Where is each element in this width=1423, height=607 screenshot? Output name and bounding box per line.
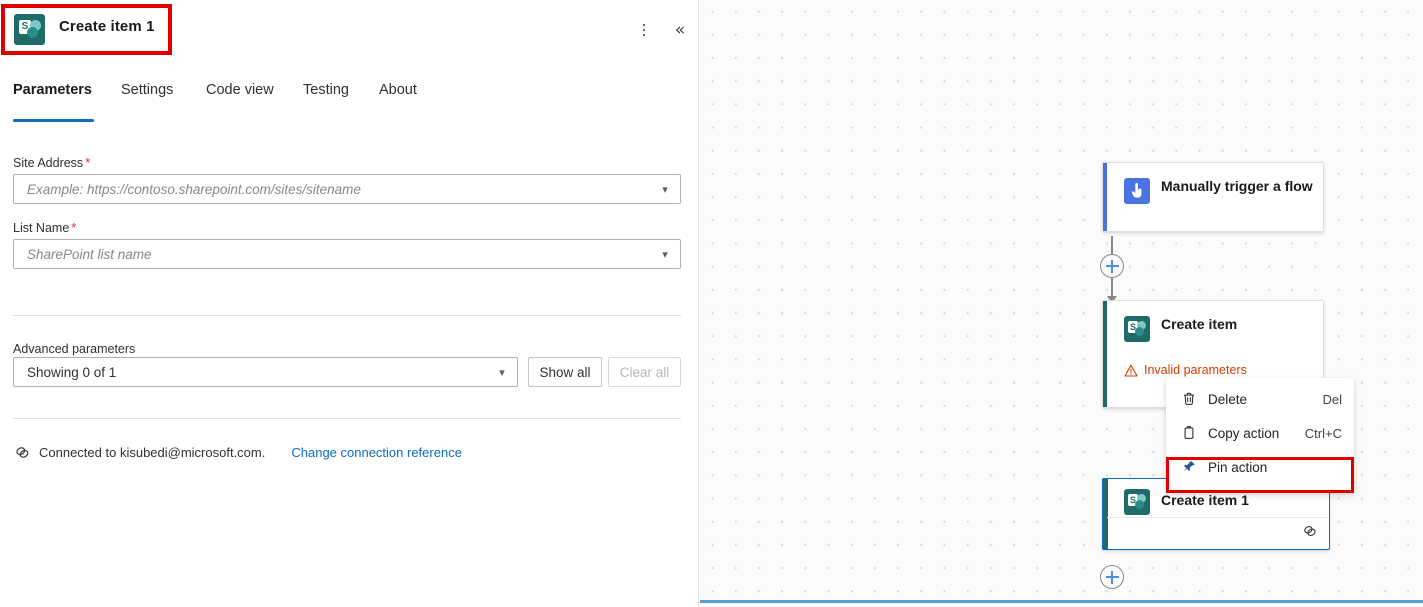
menu-item-delete[interactable]: Delete Del [1166, 382, 1354, 416]
more-options-button[interactable] [630, 16, 658, 44]
show-all-button[interactable]: Show all [528, 357, 602, 387]
node-title: Create item [1161, 315, 1313, 334]
list-name-chevron-down-icon[interactable]: ▾ [650, 240, 680, 268]
list-name-label: List Name* [13, 220, 76, 235]
clear-all-button: Clear all [608, 357, 681, 387]
list-name-input[interactable]: SharePoint list name ▾ [13, 239, 681, 269]
canvas-bottom-border [700, 600, 1423, 603]
required-asterisk: * [71, 220, 76, 235]
menu-item-shortcut: Ctrl+C [1305, 426, 1354, 441]
section-divider-bottom [13, 418, 681, 419]
active-tab-indicator [13, 119, 94, 122]
flow-canvas[interactable]: Manually trigger a flow S Create item In… [700, 0, 1423, 607]
node-error-status: Invalid parameters [1124, 363, 1247, 377]
advanced-parameters-label: Advanced parameters [13, 342, 135, 356]
connection-status-row: Connected to kisubedi@microsoft.com. Cha… [14, 444, 462, 461]
menu-item-label: Pin action [1208, 460, 1342, 475]
tab-settings[interactable]: Settings [121, 82, 173, 120]
advanced-parameters-select[interactable]: Showing 0 of 1 ▾ [13, 357, 518, 387]
trash-icon [1180, 390, 1198, 408]
site-address-label-text: Site Address [13, 156, 83, 170]
connection-link-icon[interactable] [1302, 523, 1318, 544]
sharepoint-icon: S [1124, 316, 1150, 342]
sharepoint-icon-circle-dark [1135, 327, 1144, 336]
node-error-text: Invalid parameters [1144, 363, 1247, 377]
node-title: Manually trigger a flow [1161, 177, 1313, 196]
menu-item-copy-action[interactable]: Copy action Ctrl+C [1166, 416, 1354, 450]
section-divider-top [13, 315, 681, 316]
node-context-menu[interactable]: Delete Del Copy action Ctrl+C Pin action [1166, 378, 1354, 492]
tab-testing[interactable]: Testing [303, 82, 349, 120]
warning-triangle-icon [1124, 364, 1138, 377]
page-title: Create item 1 [59, 18, 155, 35]
sharepoint-icon: S [1124, 489, 1150, 515]
sharepoint-icon-circle-dark [1135, 500, 1144, 509]
hand-pointer-glyph [1131, 182, 1143, 200]
node-accent-bar [1103, 163, 1107, 231]
tab-about[interactable]: About [379, 82, 417, 120]
list-name-placeholder: SharePoint list name [14, 247, 650, 262]
chevron-double-left-icon: « [675, 22, 685, 39]
panel-tabs: Parameters Settings Code view Testing Ab… [0, 82, 699, 122]
more-vertical-icon [643, 24, 646, 37]
site-address-input[interactable]: Example: https://contoso.sharepoint.com/… [13, 174, 681, 204]
site-address-label: Site Address* [13, 155, 90, 170]
connection-status-text: Connected to kisubedi@microsoft.com. [39, 445, 265, 460]
menu-item-label: Delete [1208, 392, 1322, 407]
advanced-parameters-chevron-down-icon[interactable]: ▾ [487, 358, 517, 386]
menu-item-shortcut: Del [1322, 392, 1354, 407]
plus-icon [1106, 260, 1119, 273]
tab-parameters[interactable]: Parameters [13, 82, 92, 120]
panel-header: S Create item 1 « [0, 0, 699, 58]
plus-icon [1106, 571, 1119, 584]
collapse-panel-button[interactable]: « [666, 16, 694, 44]
sharepoint-icon: S [14, 14, 45, 45]
connection-link-icon [14, 444, 31, 461]
list-name-label-text: List Name [13, 221, 69, 235]
node-title: Create item 1 [1161, 491, 1319, 510]
site-address-chevron-down-icon[interactable]: ▾ [650, 175, 680, 203]
add-step-button-2[interactable] [1100, 565, 1124, 589]
sharepoint-icon-circle-dark [27, 27, 38, 38]
add-step-button-1[interactable] [1100, 254, 1124, 278]
manual-trigger-icon [1124, 178, 1150, 204]
action-details-panel: S Create item 1 « Parameters Settings Co… [0, 0, 699, 607]
tab-code-view[interactable]: Code view [206, 82, 274, 120]
clipboard-icon [1180, 424, 1198, 442]
required-asterisk: * [85, 155, 90, 170]
node-accent-bar [1103, 301, 1107, 407]
node-footer [1107, 517, 1329, 549]
change-connection-reference-link[interactable]: Change connection reference [291, 445, 462, 460]
advanced-parameters-value: Showing 0 of 1 [14, 365, 487, 380]
menu-item-pin-action[interactable]: Pin action [1166, 450, 1354, 484]
site-address-placeholder: Example: https://contoso.sharepoint.com/… [14, 182, 650, 197]
pin-icon [1180, 458, 1198, 476]
menu-item-label: Copy action [1208, 426, 1305, 441]
flow-node-manual-trigger[interactable]: Manually trigger a flow [1102, 162, 1324, 232]
